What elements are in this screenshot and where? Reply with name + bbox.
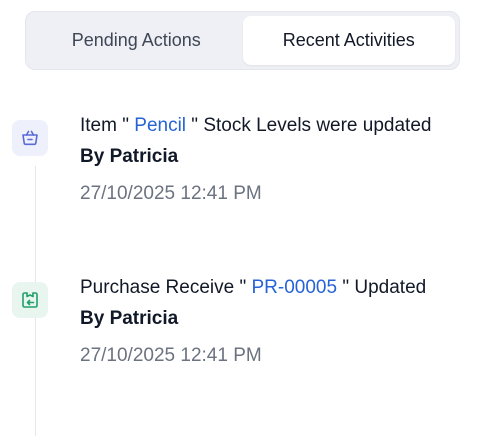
- purchase-receive-link[interactable]: PR-00005: [252, 277, 338, 298]
- activity-text: Item " Pencil " Stock Levels were update…: [80, 114, 431, 206]
- activity-author: By Patricia: [80, 308, 179, 329]
- tab-pending-actions[interactable]: Pending Actions: [30, 16, 243, 65]
- activity-text: Purchase Receive " PR-00005 " Updated By…: [80, 276, 426, 368]
- activity-description: Purchase Receive " PR-00005 " Updated: [80, 276, 426, 300]
- activity-description: Item " Pencil " Stock Levels were update…: [80, 114, 431, 138]
- activity-tabs: Pending Actions Recent Activities: [25, 11, 460, 70]
- activity-author: By Patricia: [80, 146, 179, 167]
- activity-prefix: Item ": [80, 115, 135, 136]
- activity-prefix: Purchase Receive ": [80, 277, 252, 298]
- activity-suffix: " Updated: [337, 277, 427, 298]
- activity-suffix: " Stock Levels were updated: [186, 115, 432, 136]
- receive-icon: [12, 282, 48, 318]
- basket-icon: [12, 120, 48, 156]
- activity-timestamp: 27/10/2025 12:41 PM: [80, 183, 262, 204]
- activity-timestamp: 27/10/2025 12:41 PM: [80, 345, 262, 366]
- tab-recent-activities[interactable]: Recent Activities: [242, 16, 455, 65]
- item-link[interactable]: Pencil: [134, 115, 186, 136]
